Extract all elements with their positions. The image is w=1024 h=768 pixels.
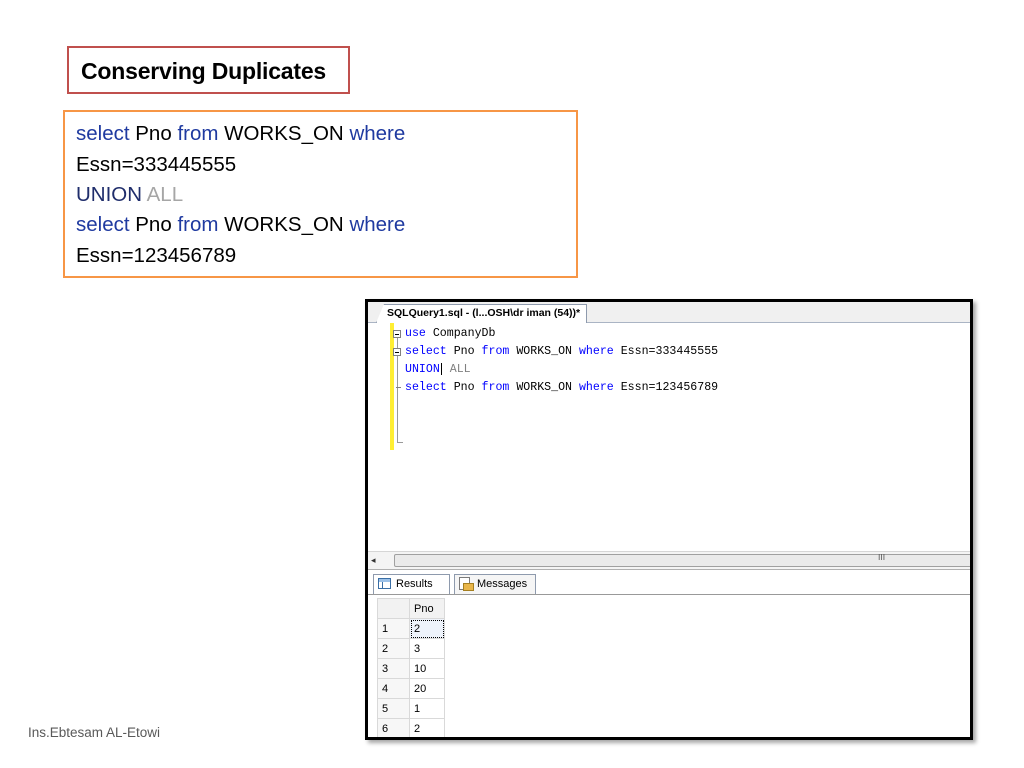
collapse-icon[interactable]: [393, 348, 401, 356]
keyword-from: from: [177, 122, 219, 145]
cell-pno[interactable]: 2: [409, 718, 445, 737]
code-text: CompanyDb: [425, 327, 496, 340]
scrollbar-thumb[interactable]: [394, 554, 970, 567]
keyword-from: from: [177, 213, 219, 236]
editor-line-4: select Pno from WORKS_ON where Essn=1234…: [405, 381, 718, 394]
scrollbar-grip: III: [878, 553, 886, 562]
ssms-window: SQLQuery1.sql - (l...OSH\dr iman (54))* …: [365, 299, 973, 740]
code-text: Pno: [129, 122, 178, 145]
grid-corner[interactable]: [377, 598, 410, 619]
keyword-where: where: [578, 381, 614, 394]
code-text: WORKS_ON: [218, 213, 350, 236]
slide-title-box: Conserving Duplicates: [67, 46, 350, 94]
keyword-from: from: [481, 345, 510, 358]
query-document-tab[interactable]: SQLQuery1.sql - (l...OSH\dr iman (54))*: [376, 304, 588, 323]
outline-dash: [396, 387, 401, 388]
keyword-all: ALL: [142, 183, 184, 206]
keyword-union: UNION: [76, 183, 143, 206]
cell-pno[interactable]: 3: [409, 638, 445, 659]
code-text: WORKS_ON: [218, 122, 350, 145]
code-line-4: select Pno from WORKS_ON where: [76, 213, 405, 237]
code-text: Pno: [129, 213, 178, 236]
table-row: 12: [377, 618, 445, 639]
slide-title: Conserving Duplicates: [81, 58, 327, 84]
keyword-all: ALL: [442, 363, 471, 377]
scroll-left-arrow-icon[interactable]: ◂: [371, 555, 376, 566]
keyword-where: where: [578, 345, 614, 358]
code-text: Pno: [446, 381, 482, 394]
code-line-5: Essn=123456789: [76, 244, 237, 267]
code-text: Essn=333445555: [613, 345, 719, 358]
row-number[interactable]: 1: [377, 618, 410, 639]
tab-messages-label: Messages: [477, 578, 528, 590]
keyword-union: UNION: [405, 363, 440, 377]
table-row: 4 20: [377, 678, 445, 699]
keyword-where: where: [349, 213, 406, 236]
messages-icon: [459, 577, 474, 591]
table-row: 3 10: [377, 658, 445, 679]
text-caret: [440, 363, 442, 375]
cell-pno[interactable]: 20: [409, 678, 445, 699]
results-grid-icon: [378, 578, 391, 589]
editor-line-1: use CompanyDb: [405, 327, 495, 340]
cell-pno[interactable]: 1: [409, 698, 445, 719]
keyword-select: select: [405, 381, 447, 394]
table-row: 51: [377, 698, 445, 719]
table-row: 23: [377, 638, 445, 659]
keyword-select: select: [405, 345, 447, 358]
column-header-pno[interactable]: Pno: [409, 598, 445, 619]
row-number[interactable]: 2: [377, 638, 410, 659]
cell-pno[interactable]: 2: [409, 618, 445, 639]
keyword-select: select: [76, 122, 130, 145]
code-text: WORKS_ON: [509, 345, 579, 358]
row-number[interactable]: 6: [377, 718, 410, 737]
footer-author: Ins.Ebtesam AL-Etowi: [28, 725, 161, 740]
keyword-from: from: [481, 381, 510, 394]
results-grid[interactable]: Pno 12 23 3 10 4 20 51 62: [377, 598, 445, 737]
keyword-where: where: [349, 122, 406, 145]
row-number[interactable]: 4: [377, 678, 410, 699]
collapse-icon[interactable]: [393, 330, 401, 338]
code-text: WORKS_ON: [509, 381, 579, 394]
horizontal-scrollbar[interactable]: ◂ III: [368, 551, 970, 570]
editor-line-3: UNION ALL: [405, 363, 471, 376]
editor-line-2: select Pno from WORKS_ON where Essn=3334…: [405, 345, 718, 358]
table-row: 62: [377, 718, 445, 737]
outline-end: [397, 442, 403, 443]
results-tab-strip: Results Messages: [368, 570, 970, 595]
query-editor[interactable]: use CompanyDb select Pno from WORKS_ON w…: [368, 323, 970, 551]
tab-results-label: Results: [396, 578, 433, 590]
tab-results[interactable]: Results: [373, 574, 450, 594]
keyword-use: use: [405, 327, 426, 340]
sql-code-box: select Pno from WORKS_ON where Essn=3334…: [63, 110, 578, 278]
document-tab-strip: SQLQuery1.sql - (l...OSH\dr iman (54))*: [368, 302, 970, 323]
changed-lines-margin: [390, 323, 394, 450]
row-number[interactable]: 5: [377, 698, 410, 719]
row-number[interactable]: 3: [377, 658, 410, 679]
grid-header-row: Pno: [377, 598, 445, 619]
cell-pno[interactable]: 10: [409, 658, 445, 679]
code-text: Essn=123456789: [613, 381, 719, 394]
code-text: Pno: [446, 345, 482, 358]
keyword-select: select: [76, 213, 130, 236]
code-line-1: select Pno from WORKS_ON where: [76, 122, 405, 146]
tab-messages[interactable]: Messages: [454, 574, 536, 594]
code-line-3: UNION ALL: [76, 183, 183, 207]
code-line-2: Essn=333445555: [76, 153, 237, 176]
